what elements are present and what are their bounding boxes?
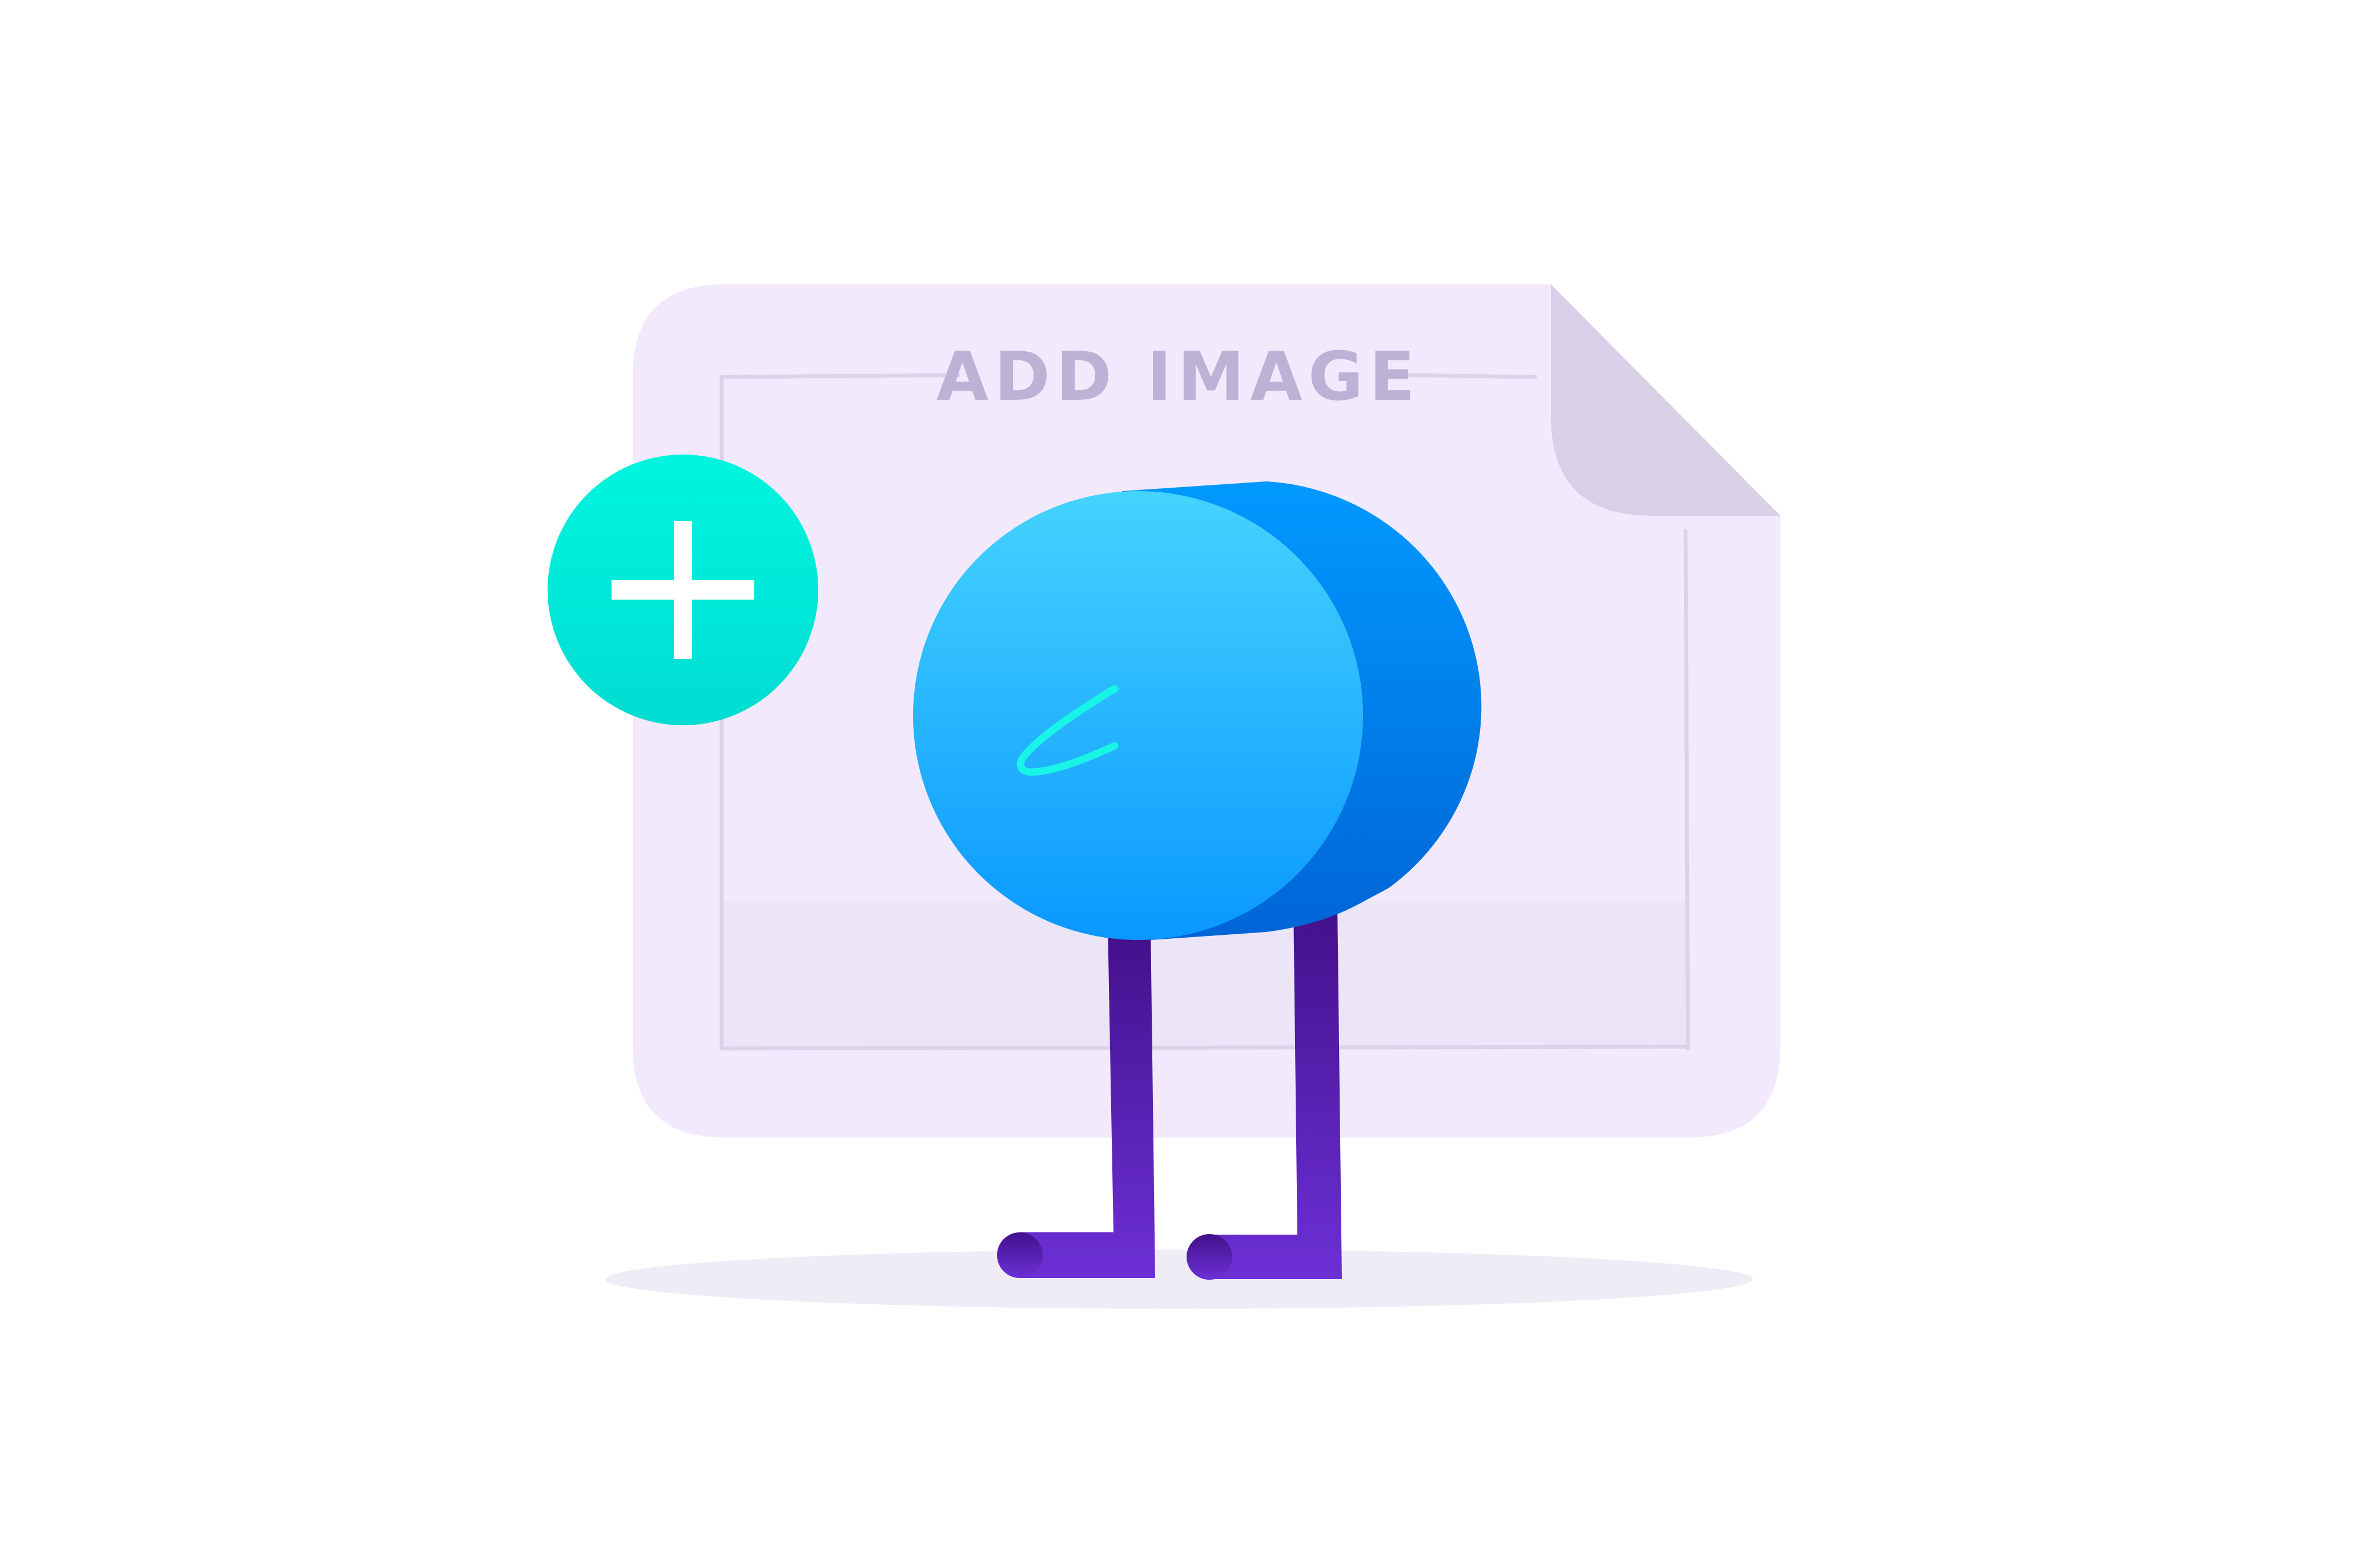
add-image-button[interactable] [548, 455, 818, 725]
mascot-character [913, 481, 1482, 1280]
folded-corner [1551, 284, 1780, 516]
mascot-body-front [913, 491, 1363, 940]
ground-shadow [605, 1249, 1753, 1309]
empty-state-illustration: ADD IMAGE [548, 284, 1780, 1309]
card-title: ADD IMAGE [936, 337, 1421, 416]
